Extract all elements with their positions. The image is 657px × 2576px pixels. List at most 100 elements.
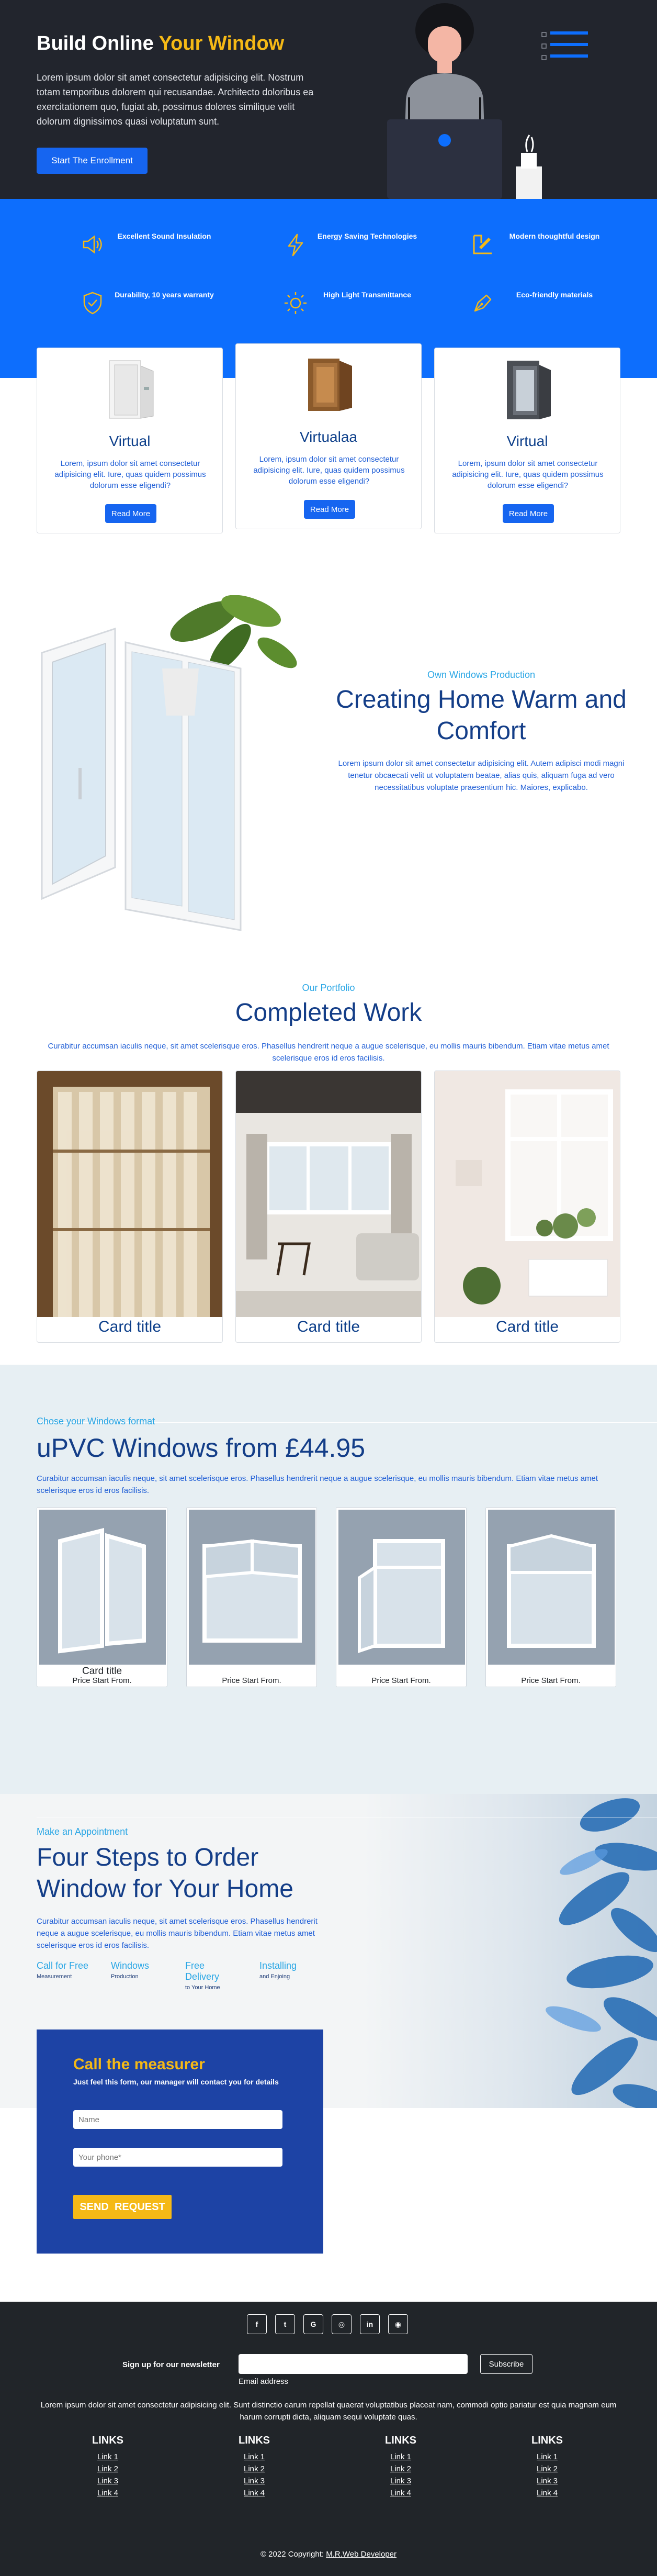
price-text: Price Start From. xyxy=(222,1676,281,1685)
feature-label: High Light Transmittance xyxy=(323,291,411,299)
footer-link[interactable]: Link 4 xyxy=(202,2487,307,2499)
step-label: Free Delivery xyxy=(185,1960,220,1982)
copyright-prefix: © 2022 Copyright: xyxy=(260,2550,326,2559)
step-label: Installing xyxy=(259,1960,297,1971)
step-item: Free Delivery to Your Home xyxy=(185,1960,222,1991)
person-at-laptop-illustration xyxy=(387,3,588,199)
read-more-button[interactable]: Read More xyxy=(105,504,156,523)
newsletter-email-input[interactable] xyxy=(239,2354,468,2374)
upvc-kicker: Chose your Windows format xyxy=(37,1416,155,1426)
window-format-card[interactable]: Price Start From. xyxy=(186,1507,317,1687)
step-sub: to Your Home xyxy=(185,1984,220,1991)
about-text: Lorem ipsum dolor sit amet consectetur a… xyxy=(338,759,625,792)
window-format-card[interactable]: Price Start From. xyxy=(336,1507,467,1687)
footer: f t G ◎ in ◉ Sign up for our newsletter … xyxy=(0,2302,657,2576)
footer-link[interactable]: Link 3 xyxy=(495,2475,599,2487)
curtained-window-photo xyxy=(37,1071,222,1317)
speaker-icon xyxy=(83,235,102,254)
portfolio-card[interactable]: Card title xyxy=(37,1070,223,1343)
product-card: Virtual Lorem, ipsum dolor sit amet cons… xyxy=(434,348,620,533)
upvc-text: Curabitur accumsan iaculis neque, sit am… xyxy=(37,1474,598,1495)
footer-link[interactable]: Link 4 xyxy=(495,2487,599,2499)
read-more-button[interactable]: Read More xyxy=(304,500,355,519)
living-room-photo xyxy=(236,1071,421,1317)
side-hung-window-image xyxy=(338,1510,465,1665)
footer-link[interactable]: Link 3 xyxy=(348,2475,453,2487)
footer-link[interactable]: Link 1 xyxy=(202,2451,307,2463)
top-hung-window-image xyxy=(189,1510,315,1665)
column-heading: LINKS xyxy=(385,2435,416,2446)
subscribe-button[interactable]: Subscribe xyxy=(480,2354,533,2374)
product-cards-section: Virtual Lorem, ipsum dolor sit amet cons… xyxy=(0,343,657,600)
footer-link[interactable]: Link 3 xyxy=(55,2475,160,2487)
product-title: Virtualaa xyxy=(299,429,357,445)
footer-link[interactable]: Link 2 xyxy=(495,2463,599,2475)
card-title: Card title xyxy=(82,1666,122,1677)
call-measurer-form: Call the measurer Just feel this form, o… xyxy=(37,2029,323,2254)
step-item: Call for Free Measurement xyxy=(37,1960,88,1980)
footer-links-column: LINKS Link 1 Link 2 Link 3 Link 4 xyxy=(202,2435,307,2499)
portfolio-card[interactable]: Card title xyxy=(434,1070,620,1343)
newsletter-label: Sign up for our newsletter xyxy=(122,2360,220,2369)
read-more-button[interactable]: Read More xyxy=(503,504,554,523)
hero-text: Lorem ipsum dolor sit amet consectetur a… xyxy=(37,72,314,127)
tilt-turn-window-image xyxy=(39,1510,166,1665)
developer-link[interactable]: M.R.Web Developer xyxy=(326,2550,397,2559)
hero-title-start: Build Online xyxy=(37,32,159,54)
column-heading: LINKS xyxy=(531,2435,563,2446)
send-request-button[interactable]: SEND REQUEST xyxy=(73,2195,172,2219)
linkedin-icon[interactable]: in xyxy=(360,2314,380,2334)
footer-link[interactable]: Link 4 xyxy=(55,2487,160,2499)
name-input[interactable] xyxy=(73,2110,282,2129)
twitter-icon[interactable]: t xyxy=(275,2314,295,2334)
lightning-icon xyxy=(288,233,303,257)
step-sub: Production xyxy=(111,1973,139,1980)
feature-item: Excellent Sound Insulation xyxy=(80,229,252,261)
facebook-icon[interactable]: f xyxy=(247,2314,267,2334)
product-text: Lorem, ipsum dolor sit amet consectetur … xyxy=(253,455,405,486)
phone-input[interactable] xyxy=(73,2148,282,2167)
upvc-section: Chose your Windows format uPVC Windows f… xyxy=(0,1365,657,1794)
window-format-card[interactable]: Card title Price Start From. xyxy=(37,1507,167,1687)
step-label: Call for Free xyxy=(37,1960,89,1971)
column-heading: LINKS xyxy=(92,2435,123,2446)
feature-item: Durability, 10 years warranty xyxy=(80,288,252,319)
about-kicker: Own Windows Production xyxy=(427,670,536,680)
steps-kicker: Make an Appointment xyxy=(37,1826,128,1837)
pen-leaf-icon xyxy=(474,294,492,312)
feature-label: Energy Saving Technologies xyxy=(317,232,417,240)
footer-link[interactable]: Link 2 xyxy=(202,2463,307,2475)
github-icon[interactable]: ◉ xyxy=(388,2314,408,2334)
feature-item: Modern thoughtful design xyxy=(470,229,642,261)
feature-label: Excellent Sound Insulation xyxy=(117,232,211,240)
footer-link[interactable]: Link 2 xyxy=(55,2463,160,2475)
product-card: Virtual Lorem, ipsum dolor sit amet cons… xyxy=(37,348,223,533)
about-title: Creating Home Warm and Comfort xyxy=(336,686,627,745)
footer-link[interactable]: Link 4 xyxy=(348,2487,453,2499)
window-format-card[interactable]: Price Start From. xyxy=(485,1507,616,1687)
form-title: Call the measurer xyxy=(73,2056,205,2073)
product-text: Lorem, ipsum dolor sit amet consectetur … xyxy=(452,459,604,490)
feature-label: Durability, 10 years warranty xyxy=(115,291,214,299)
footer-link[interactable]: Link 1 xyxy=(495,2451,599,2463)
portfolio-card[interactable]: Card title xyxy=(235,1070,422,1343)
google-icon[interactable]: G xyxy=(303,2314,323,2334)
shield-check-icon xyxy=(83,292,102,315)
casement-window-image xyxy=(488,1510,615,1665)
wood-window-profile-image xyxy=(308,359,352,411)
footer-link[interactable]: Link 2 xyxy=(348,2463,453,2475)
footer-link[interactable]: Link 1 xyxy=(55,2451,160,2463)
price-text: Price Start From. xyxy=(72,1676,132,1685)
footer-link[interactable]: Link 3 xyxy=(202,2475,307,2487)
steps-title: Four Steps to Order Window for Your Home xyxy=(37,1844,293,1903)
card-title: Card title xyxy=(495,1318,559,1335)
footer-text: Lorem ipsum dolor sit amet consectetur a… xyxy=(40,2401,617,2422)
start-enrollment-button[interactable]: Start The Enrollment xyxy=(37,148,148,174)
footer-link[interactable]: Link 1 xyxy=(348,2451,453,2463)
instagram-icon[interactable]: ◎ xyxy=(332,2314,352,2334)
menu-icon[interactable] xyxy=(550,31,588,58)
product-text: Lorem, ipsum dolor sit amet consectetur … xyxy=(54,459,206,490)
step-sub: and Enjoing xyxy=(259,1973,290,1980)
price-text: Price Start From. xyxy=(521,1676,581,1685)
window-profile-image xyxy=(109,360,154,419)
